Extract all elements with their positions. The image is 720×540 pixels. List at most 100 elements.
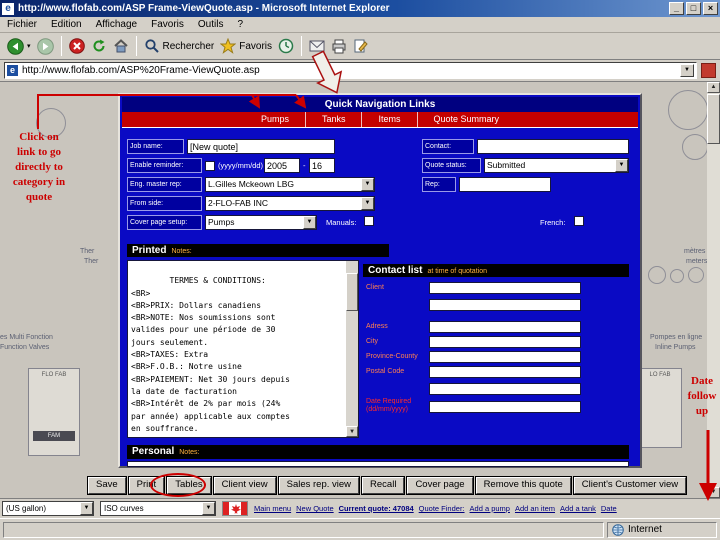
- menu-fichier[interactable]: Fichier: [0, 18, 44, 31]
- cover-page-value: Pumps: [208, 217, 235, 227]
- forward-button[interactable]: [34, 36, 57, 57]
- chevron-down-icon[interactable]: ▼: [202, 502, 215, 515]
- chevron-down-icon[interactable]: ▼: [361, 178, 374, 191]
- tab-items[interactable]: Items: [361, 112, 416, 127]
- tab-tanks[interactable]: Tanks: [304, 112, 362, 127]
- chevron-down-icon[interactable]: ▼: [361, 197, 374, 210]
- close-button[interactable]: ×: [703, 2, 718, 15]
- toolbar-separator: [301, 36, 303, 56]
- home-button[interactable]: [110, 36, 132, 56]
- status-bar: Internet: [0, 518, 720, 540]
- add-pump-link[interactable]: Add a pump: [470, 504, 510, 513]
- ie-logo-icon: e: [2, 2, 14, 15]
- contact-input[interactable]: [477, 139, 629, 154]
- job-name-input[interactable]: [187, 139, 335, 154]
- stop-button[interactable]: [66, 36, 88, 56]
- menu-favoris[interactable]: Favoris: [144, 18, 191, 31]
- chevron-down-icon[interactable]: ▼: [80, 502, 93, 515]
- current-quote-link[interactable]: Current quote: 47084: [339, 504, 414, 513]
- favorites-button[interactable]: Favoris: [217, 36, 275, 56]
- menu-help[interactable]: ?: [230, 18, 250, 31]
- eng-master-rep-select[interactable]: L.Gilles Mckeown LBG ▼: [205, 177, 375, 192]
- cover-page-select[interactable]: Pumps ▼: [205, 215, 317, 230]
- notes-scrollbar[interactable]: ▲ ▼: [346, 261, 358, 437]
- edit-button[interactable]: [350, 37, 372, 56]
- mail-button[interactable]: [306, 37, 328, 55]
- catalog-text-fragment: mètres: [684, 248, 706, 255]
- quote-finder-link[interactable]: Quote Finder:: [419, 504, 465, 513]
- scroll-down-icon[interactable]: ▼: [707, 487, 720, 498]
- save-button[interactable]: Save: [88, 477, 126, 494]
- date-link[interactable]: Date: [601, 504, 617, 513]
- province-county-label: Province-County: [366, 353, 418, 360]
- client-input[interactable]: [429, 282, 581, 294]
- manuals-checkbox[interactable]: [364, 216, 374, 226]
- scroll-down-icon[interactable]: ▼: [346, 426, 358, 437]
- scrollbar-thumb[interactable]: [346, 273, 358, 311]
- curves-select[interactable]: ISO curves ▼: [100, 501, 216, 516]
- print-button[interactable]: [328, 37, 350, 56]
- french-checkbox[interactable]: [574, 216, 584, 226]
- date-required-input[interactable]: [429, 401, 581, 413]
- page-scrollbar[interactable]: ▲ ▼: [707, 82, 720, 498]
- back-more-icon[interactable]: ▾: [27, 42, 31, 50]
- client-input-2[interactable]: [429, 299, 581, 311]
- menu-outils[interactable]: Outils: [191, 18, 231, 31]
- print-button-form[interactable]: Print: [128, 477, 165, 494]
- back-button[interactable]: ▾: [4, 36, 34, 57]
- scroll-up-icon[interactable]: ▲: [707, 82, 720, 93]
- catalog-text-fragment: es Multi Fonction: [0, 334, 53, 341]
- rep-input[interactable]: [459, 177, 551, 192]
- new-quote-link[interactable]: New Quote: [296, 504, 334, 513]
- client-view-button[interactable]: Client view: [213, 477, 276, 494]
- catalog-drawing-circle: [668, 90, 708, 130]
- add-tank-link[interactable]: Add a tank: [560, 504, 596, 513]
- address-label: Adress: [366, 323, 388, 330]
- search-button[interactable]: Rechercher: [141, 36, 218, 56]
- go-button[interactable]: [701, 63, 716, 78]
- reminder-year-input[interactable]: [264, 158, 300, 173]
- window-controls: _ □ ×: [669, 2, 718, 15]
- city-input[interactable]: [429, 336, 581, 348]
- province-county-input[interactable]: [429, 351, 581, 363]
- refresh-button[interactable]: [88, 36, 110, 56]
- remove-quote-button[interactable]: Remove this quote: [475, 477, 571, 494]
- catalog-drawing-circle: [682, 134, 708, 160]
- printed-notes-textarea[interactable]: TERMES & CONDITIONS: <BR> <BR>PRIX: Doll…: [127, 260, 359, 438]
- catalog-tank-drawing: LO FAB: [638, 368, 682, 448]
- enable-reminder-checkbox[interactable]: [205, 161, 215, 171]
- extra-contact-input[interactable]: [429, 383, 581, 395]
- sales-rep-view-button[interactable]: Sales rep. view: [278, 477, 360, 494]
- unit-select[interactable]: (US gallon) ▼: [2, 501, 94, 516]
- tab-quote-summary[interactable]: Quote Summary: [416, 112, 516, 127]
- clients-customer-view-button[interactable]: Client's Customer view: [573, 477, 687, 494]
- menu-edition[interactable]: Edition: [44, 18, 89, 31]
- recall-button[interactable]: Recall: [362, 477, 405, 494]
- address-field[interactable]: e http://www.flofab.com/ASP%20Frame-View…: [4, 62, 697, 79]
- address-input[interactable]: [429, 321, 581, 333]
- add-item-link[interactable]: Add an item: [515, 504, 555, 513]
- maximize-button[interactable]: □: [686, 2, 701, 15]
- chevron-down-icon[interactable]: ▼: [615, 159, 628, 172]
- printer-icon: [332, 39, 346, 53]
- menu-affichage[interactable]: Affichage: [89, 18, 145, 31]
- from-side-select[interactable]: 2-FLO-FAB INC ▼: [205, 196, 375, 211]
- cover-page-button[interactable]: Cover page: [407, 477, 473, 494]
- catalog-tank-band-label: FAM: [33, 431, 75, 441]
- chevron-down-icon[interactable]: ▼: [303, 216, 316, 229]
- minimize-button[interactable]: _: [669, 2, 684, 15]
- reminder-day-input[interactable]: [309, 158, 335, 173]
- personal-notes-textarea[interactable]: [127, 461, 629, 467]
- back-icon: [7, 37, 24, 55]
- tables-button[interactable]: Tables: [167, 477, 211, 494]
- unit-select-value: (US gallon): [6, 504, 47, 513]
- maple-leaf-icon: [231, 504, 241, 514]
- search-icon: [144, 39, 159, 53]
- history-button[interactable]: [275, 36, 297, 56]
- quote-status-select[interactable]: Submitted ▼: [484, 158, 629, 173]
- main-menu-link[interactable]: Main menu: [254, 504, 291, 513]
- tab-pumps[interactable]: Pumps: [245, 112, 305, 127]
- postal-code-input[interactable]: [429, 366, 581, 378]
- address-dropdown-icon[interactable]: ▼: [680, 64, 694, 77]
- scrollbar-thumb[interactable]: [707, 94, 720, 144]
